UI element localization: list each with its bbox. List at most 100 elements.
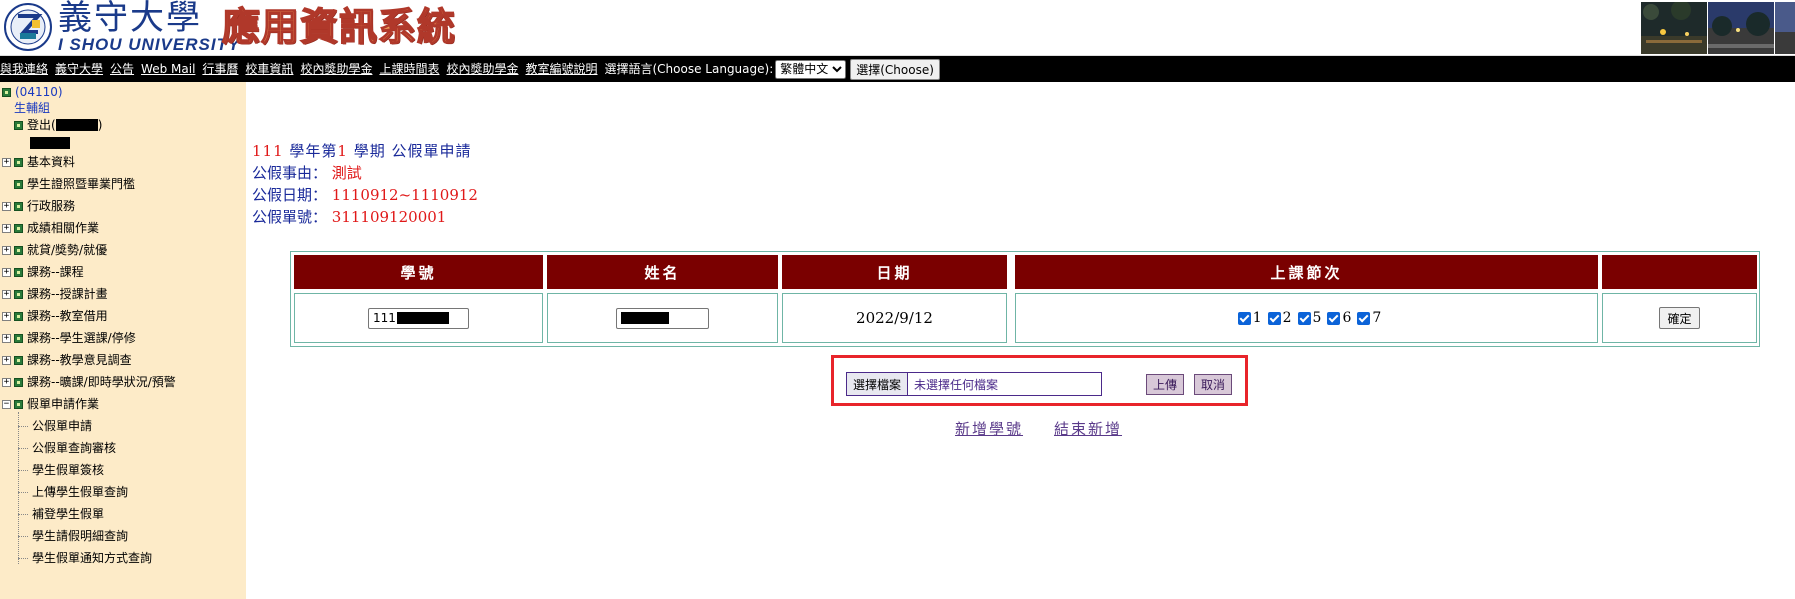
sidebar-item-teaching-plan[interactable]: + 課務--授課計畫 <box>2 284 108 304</box>
period-checkbox[interactable] <box>1297 311 1311 325</box>
folder-icon <box>14 179 23 189</box>
leave-form-no-value: 311109120001 <box>331 208 447 226</box>
choose-language-button[interactable]: 選擇(Choose) <box>850 58 940 80</box>
sidebar-item-basic-info[interactable]: + 基本資料 <box>2 152 75 172</box>
student-table: 學號 姓名 日期 上課節次 111 2022/9/12 1 2 5 6 7 確定 <box>290 251 1760 347</box>
nav-link-scholarship-2[interactable]: 校內獎助學金 <box>446 60 518 78</box>
cancel-button[interactable]: 取消 <box>1194 374 1233 395</box>
add-student-link[interactable]: 新增學號 <box>955 418 1023 439</box>
sidebar-item-certificates[interactable]: 學生證照暨畢業門檻 <box>14 174 135 194</box>
upload-button[interactable]: 上傳 <box>1146 374 1185 395</box>
period-checkbox[interactable] <box>1357 311 1371 325</box>
logout-link[interactable]: 登出( <box>27 115 56 135</box>
sidebar-item-classroom-borrow[interactable]: + 課務--教室借用 <box>2 306 108 326</box>
leave-form-no-label: 公假單號： <box>252 208 328 226</box>
sidebar-item-grades[interactable]: + 成績相關作業 <box>2 218 99 238</box>
expand-plus-icon[interactable]: + <box>2 201 11 211</box>
nav-link-announcements[interactable]: 公告 <box>110 60 134 78</box>
leave-reason: 公假事由： 測試 <box>252 162 478 184</box>
expand-plus-icon[interactable]: + <box>2 311 11 321</box>
folder-icon <box>14 289 23 299</box>
sidebar-item-label: 行政服務 <box>27 199 76 213</box>
finish-add-link[interactable]: 結束新增 <box>1054 418 1122 439</box>
sidebar-item-course-selection[interactable]: + 課務--學生選課/停修 <box>2 328 136 348</box>
nav-link-webmail[interactable]: Web Mail <box>141 60 195 78</box>
expand-plus-icon[interactable]: + <box>2 245 11 255</box>
cell-action: 確定 <box>1602 293 1757 343</box>
expand-plus-icon[interactable]: + <box>2 157 11 167</box>
expand-plus-icon[interactable]: + <box>2 377 11 387</box>
sidebar-item-survey[interactable]: + 課務--教學意見調查 <box>2 350 132 370</box>
header-date: 日期 <box>782 255 1007 289</box>
choose-file-button[interactable]: 選擇檔案 <box>847 373 909 395</box>
sidebar-item-loans[interactable]: + 就貸/獎勢/就優 <box>2 240 107 260</box>
confirm-button[interactable]: 確定 <box>1659 307 1700 329</box>
nav-link-contact[interactable]: 與我連絡 <box>0 60 48 78</box>
header-action <box>1602 255 1757 289</box>
folder-icon <box>14 355 23 365</box>
sidebar-item-label: 課務--教學意見調查 <box>27 353 132 367</box>
sidebar-item-label: 就貸/獎勢/就優 <box>27 243 108 257</box>
expand-plus-icon[interactable]: + <box>2 355 11 365</box>
student-id-input[interactable]: 111 <box>368 307 469 329</box>
sidebar-subitem-label: 學生假單簽核 <box>32 463 105 477</box>
file-input[interactable]: 選擇檔案 未選擇任何檔案 <box>846 372 1102 396</box>
cell-student-id: 111 <box>294 293 543 343</box>
leave-form-no: 公假單號： 311109120001 <box>252 206 478 228</box>
academic-year: 111 <box>252 142 284 160</box>
system-title: 應用資訊系統 <box>221 4 457 49</box>
sidebar-subitem-leave-sign[interactable]: 學生假單簽核 <box>18 460 104 480</box>
header-student-id: 學號 <box>294 255 543 289</box>
folder-icon <box>2 87 11 97</box>
sidebar-item-courses[interactable]: + 課務--課程 <box>2 262 84 282</box>
university-name-en: I SHOU UNIVERSITY <box>58 35 241 54</box>
period-checkbox[interactable] <box>1237 311 1251 325</box>
folder-icon <box>14 120 23 130</box>
sidebar-subitem-label: 公假單申請 <box>32 419 93 433</box>
header-periods: 上課節次 <box>1015 255 1598 289</box>
leave-date-value: 1110912~1110912 <box>331 186 478 204</box>
nav-link-shuttle[interactable]: 校車資訊 <box>245 60 293 78</box>
sidebar-subitem-leave-detail[interactable]: 學生請假明細查詢 <box>18 526 128 546</box>
campus-photo-dusk <box>1708 2 1774 54</box>
tree-connector <box>18 535 28 537</box>
expand-plus-icon[interactable]: + <box>2 333 11 343</box>
folder-icon <box>14 201 23 211</box>
sidebar-item-leave[interactable]: − 假單申請作業 <box>2 394 99 414</box>
language-select[interactable]: 繁體中文 <box>775 59 847 79</box>
nav-link-university[interactable]: 義守大學 <box>55 60 103 78</box>
expand-plus-icon[interactable]: + <box>2 223 11 233</box>
upload-panel: 選擇檔案 未選擇任何檔案 上傳 取消 <box>831 355 1248 406</box>
sidebar-subitem-notify-method[interactable]: 學生假單通知方式查詢 <box>18 548 152 568</box>
period-checkbox[interactable] <box>1327 311 1341 325</box>
period-checkbox[interactable] <box>1267 311 1281 325</box>
sidebar-subitem-supplement-leave[interactable]: 補登學生假單 <box>18 504 104 524</box>
sidebar-subitem-official-leave-apply[interactable]: 公假單申請 <box>18 416 92 436</box>
tree-connector <box>18 513 28 515</box>
nav-link-class-schedule[interactable]: 上課時間表 <box>379 60 439 78</box>
sidebar-subitem-official-leave-review[interactable]: 公假單查詢審核 <box>18 438 116 458</box>
folder-icon <box>14 311 23 321</box>
sidebar-logout[interactable]: 登出( ) <box>14 115 102 135</box>
expand-plus-icon[interactable]: + <box>2 267 11 277</box>
nav-link-scholarship[interactable]: 校內獎助學金 <box>300 60 372 78</box>
leave-date: 公假日期： 1110912~1110912 <box>252 184 478 206</box>
student-name-input[interactable] <box>616 307 709 329</box>
expand-plus-icon[interactable]: + <box>2 289 11 299</box>
collapse-minus-icon[interactable]: − <box>2 399 11 409</box>
nav-link-calendar[interactable]: 行事曆 <box>202 60 238 78</box>
folder-icon <box>14 157 23 167</box>
sidebar-subitem-upload-query[interactable]: 上傳學生假單查詢 <box>18 482 128 502</box>
title-mid: 學年第 <box>283 142 338 160</box>
folder-icon <box>14 399 23 409</box>
period-label: 1 <box>1252 310 1262 326</box>
period-label: 5 <box>1312 310 1322 326</box>
sidebar-item-label: 課務--曠課/即時學狀況/預警 <box>27 375 176 389</box>
campus-photo-edge <box>1775 2 1795 54</box>
sidebar-item-label: 成績相關作業 <box>27 221 100 235</box>
top-nav-bar: 與我連絡 義守大學 公告 Web Mail 行事曆 校車資訊 校內獎助學金 上課… <box>0 56 1795 82</box>
sidebar-item-admin-services[interactable]: + 行政服務 <box>2 196 75 216</box>
nav-link-classroom-codes[interactable]: 教室編號說明 <box>525 60 597 78</box>
nav-links: 與我連絡 義守大學 公告 Web Mail 行事曆 校車資訊 校內獎助學金 上課… <box>0 58 940 80</box>
sidebar-item-absence[interactable]: + 課務--曠課/即時學狀況/預警 <box>2 372 176 392</box>
